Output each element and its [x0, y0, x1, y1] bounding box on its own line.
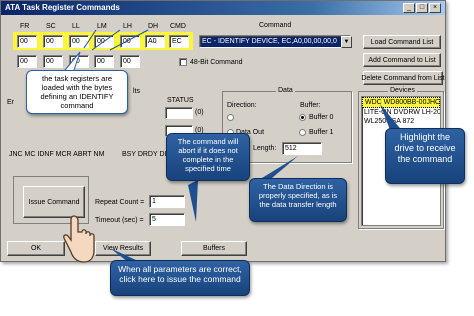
abort-callout-tail [188, 180, 198, 222]
registers-callout: the task registers are loaded with the b… [26, 70, 128, 114]
hand-cursor-icon [63, 215, 95, 263]
abort-callout: The command will abort if it does not co… [166, 133, 250, 181]
register-pointer-line [83, 29, 97, 49]
highlight-callout: Highlight the drive to receive the comma… [385, 128, 465, 184]
click-callout: When all parameters are correct, click h… [110, 260, 250, 296]
direction-callout-tail [262, 156, 298, 178]
direction-callout: The Data Direction is properly specified… [249, 178, 347, 222]
